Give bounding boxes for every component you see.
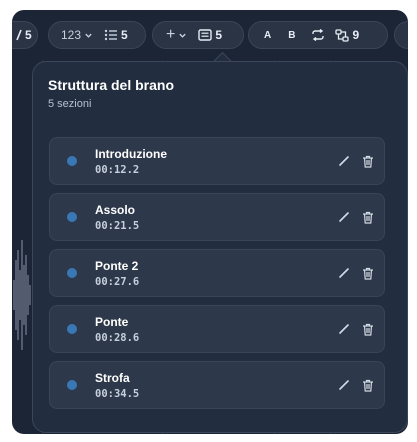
edit-section-button[interactable] [335, 320, 353, 338]
loop-button[interactable] [311, 22, 325, 48]
edit-section-button[interactable] [335, 264, 353, 282]
section-name: Ponte 2 [95, 259, 139, 273]
section-time: 00:21.5 [95, 220, 140, 232]
pencil-icon [339, 212, 349, 222]
app-window: 5 123 5 + 5 A B 9 Struttura del brano 5 … [12, 10, 408, 434]
popover-subtitle: 5 sezioni [48, 98, 92, 110]
popover-title: Struttura del brano [48, 77, 175, 93]
marker-a-button[interactable]: A [264, 22, 271, 48]
section-group: + 5 [152, 21, 244, 49]
trash-icon [363, 323, 373, 336]
add-section-button[interactable]: + [166, 22, 187, 48]
section-time: 00:12.2 [95, 164, 140, 176]
format-group: 123 5 [48, 21, 146, 49]
toolbar: 5 123 5 + 5 A B 9 [12, 10, 408, 60]
nodes-icon [335, 28, 350, 42]
section-name: Ponte [95, 315, 129, 329]
chevron-down-icon [85, 33, 92, 38]
partial-toolbar-button[interactable]: 5 [12, 21, 38, 49]
section-name: Assolo [95, 203, 136, 217]
trash-icon [363, 155, 373, 168]
section-row[interactable]: Ponte 2 00:27.6 [49, 249, 385, 297]
number-format-label: 123 [61, 28, 82, 42]
delete-section-button[interactable] [359, 208, 377, 226]
delete-section-button[interactable] [359, 264, 377, 282]
trash-icon [363, 267, 373, 280]
number-format-dropdown[interactable]: 123 [61, 22, 93, 48]
marker-group: A B 9 [248, 21, 388, 49]
loop-count: 9 [352, 28, 360, 42]
pencil-icon [339, 380, 349, 390]
slash-icon [16, 29, 22, 41]
add-label: + [166, 26, 176, 43]
pencil-icon [339, 268, 349, 278]
marker-a-label: A [264, 29, 272, 41]
section-time: 00:34.5 [95, 388, 140, 400]
section-time: 00:28.6 [95, 332, 140, 344]
section-row[interactable]: Ponte 00:28.6 [49, 305, 385, 353]
delete-section-button[interactable] [359, 376, 377, 394]
edit-section-button[interactable] [335, 208, 353, 226]
section-row[interactable]: Introduzione 00:12.2 [49, 137, 385, 185]
pencil-icon [339, 156, 349, 166]
list-count: 5 [121, 28, 128, 42]
list-button[interactable]: 5 [104, 22, 128, 48]
section-name: Strofa [95, 371, 130, 385]
loop-icon [312, 29, 325, 41]
edit-section-button[interactable] [335, 152, 353, 170]
list-icon [104, 29, 118, 41]
partial-count: 5 [25, 28, 32, 42]
section-color-dot [67, 268, 77, 278]
sections-icon [198, 29, 213, 41]
partial-control: 5 [16, 22, 32, 48]
section-row[interactable]: Assolo 00:21.5 [49, 193, 385, 241]
delete-section-button[interactable] [359, 320, 377, 338]
edit-section-button[interactable] [335, 376, 353, 394]
partial-toolbar-button-right[interactable] [394, 21, 408, 49]
song-structure-popover: Struttura del brano 5 sezioni Introduzio… [32, 61, 408, 433]
section-color-dot [67, 324, 77, 334]
section-row[interactable]: Strofa 00:34.5 [49, 361, 385, 409]
marker-b-label: B [288, 29, 296, 41]
section-color-dot [67, 156, 77, 166]
trash-icon [363, 211, 373, 224]
sections-button[interactable]: 5 [198, 22, 222, 48]
section-color-dot [67, 212, 77, 222]
marker-b-button[interactable]: B [288, 22, 295, 48]
nodes-button[interactable]: 9 [335, 22, 359, 48]
section-time: 00:27.6 [95, 276, 140, 288]
waveform [13, 240, 31, 350]
pencil-icon [339, 324, 349, 334]
sections-count: 5 [215, 28, 223, 42]
chevron-down-icon [179, 33, 187, 38]
delete-section-button[interactable] [359, 152, 377, 170]
section-color-dot [67, 380, 77, 390]
section-name: Introduzione [95, 147, 167, 161]
trash-icon [363, 379, 373, 392]
